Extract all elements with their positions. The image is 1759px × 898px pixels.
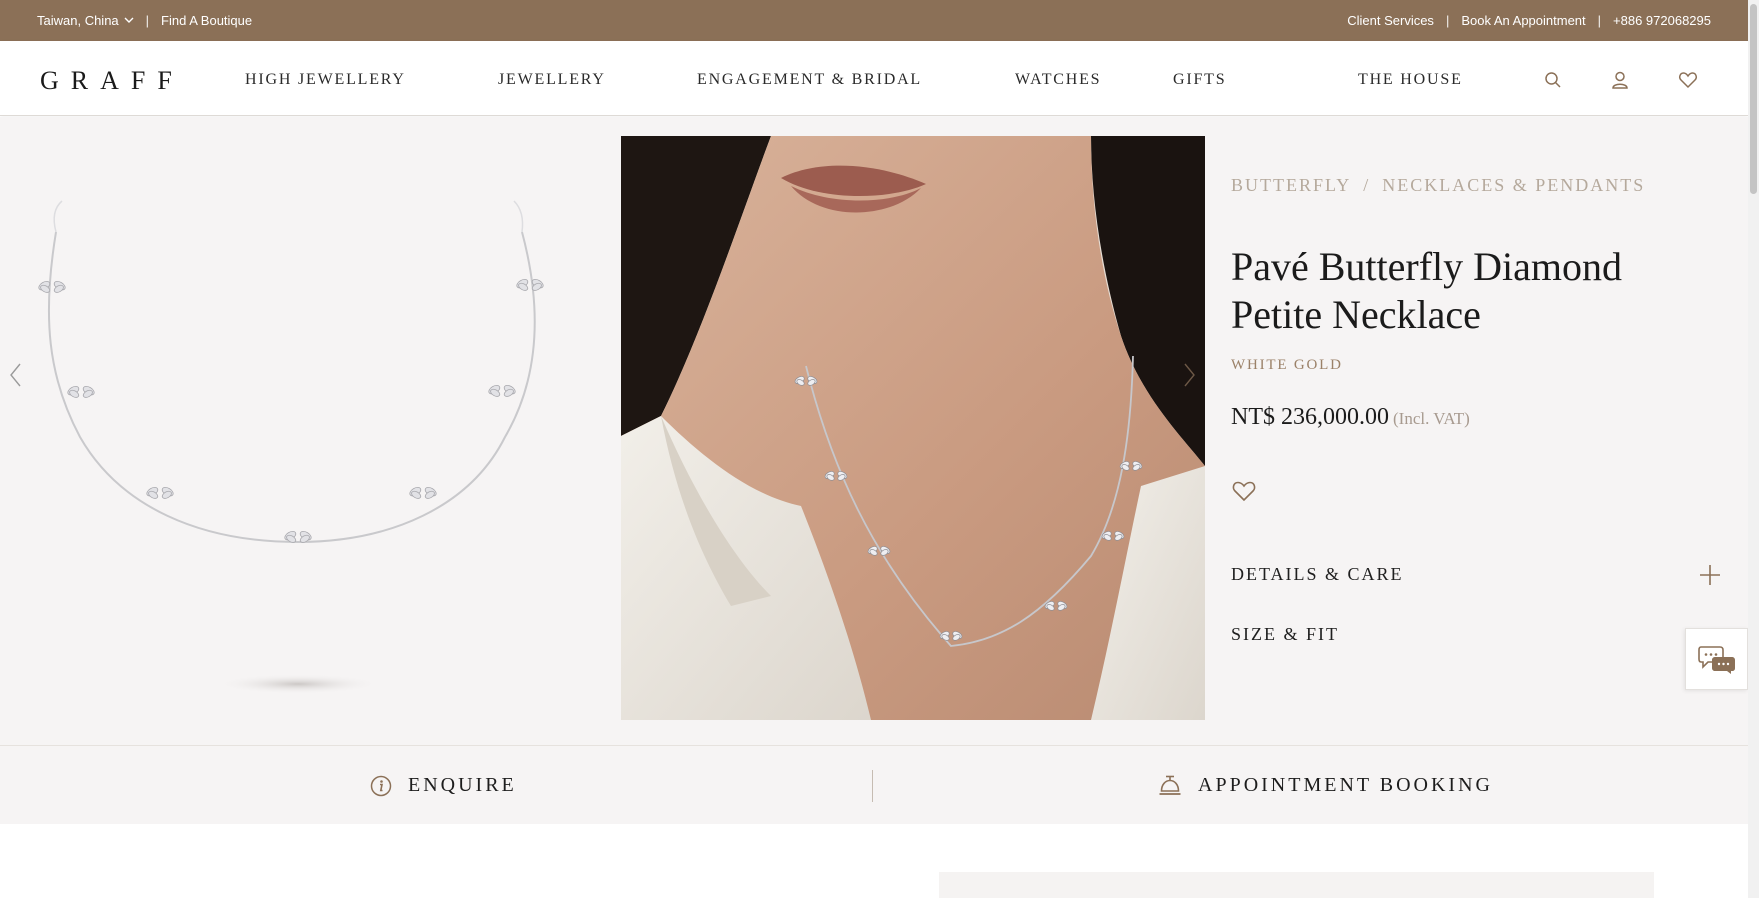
enquire-label: ENQUIRE xyxy=(408,774,517,796)
product-price: NT$ 236,000.00 xyxy=(1231,404,1389,430)
nav-item-the-house[interactable]: THE HOUSE xyxy=(1358,71,1463,89)
utility-bar-left: Taiwan, China | Find A Boutique xyxy=(37,0,252,41)
accordion-details-care[interactable]: DETAILS & CARE xyxy=(1231,564,1721,585)
breadcrumb-category[interactable]: NECKLACES & PENDANTS xyxy=(1382,175,1645,195)
content-card-placeholder xyxy=(939,872,1654,898)
find-boutique-link[interactable]: Find A Boutique xyxy=(161,13,252,28)
action-bar: ENQUIRE APPOINTMENT BOOKING xyxy=(0,745,1748,824)
nav-item-watches[interactable]: WATCHES xyxy=(1015,71,1101,89)
separator: | xyxy=(1597,13,1602,28)
client-services-link[interactable]: Client Services xyxy=(1347,13,1434,28)
breadcrumb: BUTTERFLY / NECKLACES & PENDANTS xyxy=(1231,175,1645,196)
carousel-prev-arrow-icon[interactable] xyxy=(8,362,22,388)
phone-link[interactable]: +886 972068295 xyxy=(1613,13,1711,28)
page-scrollbar[interactable] xyxy=(1748,0,1759,898)
add-to-wishlist-heart-icon[interactable] xyxy=(1231,479,1257,503)
action-divider xyxy=(872,770,873,802)
product-metal: WHITE GOLD xyxy=(1231,357,1343,373)
necklace-product-image xyxy=(38,200,544,694)
chat-bubbles-icon xyxy=(1697,646,1735,674)
region-label: Taiwan, China xyxy=(37,13,119,28)
graff-logo[interactable]: GRAFF xyxy=(40,66,184,96)
vat-note: (Incl. VAT) xyxy=(1393,409,1470,428)
book-appointment-link[interactable]: Book An Appointment xyxy=(1461,13,1585,28)
model-wearing-necklace-image xyxy=(621,136,1205,720)
nav-item-high-jewellery[interactable]: HIGH JEWELLERY xyxy=(245,71,406,89)
account-icon[interactable] xyxy=(1610,70,1630,90)
appointment-booking-label: APPOINTMENT BOOKING xyxy=(1198,774,1493,796)
separator: | xyxy=(145,13,150,28)
accordion-label: DETAILS & CARE xyxy=(1231,564,1404,584)
info-icon xyxy=(370,775,392,796)
nav-item-jewellery[interactable]: JEWELLERY xyxy=(498,71,606,89)
accordion-size-fit[interactable]: SIZE & FIT xyxy=(1231,624,1721,645)
product-section: BUTTERFLY / NECKLACES & PENDANTS Pavé Butt… xyxy=(0,117,1748,745)
product-image-model[interactable] xyxy=(621,136,1205,720)
nav-item-engagement-bridal[interactable]: ENGAGEMENT & BRIDAL xyxy=(697,71,922,89)
breadcrumb-collection[interactable]: BUTTERFLY xyxy=(1231,175,1351,195)
plus-icon[interactable] xyxy=(1699,564,1721,586)
product-image-primary[interactable] xyxy=(0,117,621,745)
search-icon[interactable] xyxy=(1543,70,1563,90)
scrollbar-thumb[interactable] xyxy=(1750,4,1757,194)
breadcrumb-separator: / xyxy=(1363,175,1371,195)
product-price-row: NT$ 236,000.00 (Incl. VAT) xyxy=(1231,404,1470,431)
separator: | xyxy=(1445,13,1450,28)
chevron-down-icon xyxy=(124,17,134,23)
main-navigation: GRAFF HIGH JEWELLERY JEWELLERY ENGAGEMEN… xyxy=(0,41,1748,116)
utility-bar-right: Client Services | Book An Appointment | … xyxy=(1347,0,1711,41)
accordion-label: SIZE & FIT xyxy=(1231,624,1339,644)
carousel-next-arrow-icon[interactable] xyxy=(1183,362,1197,388)
appointment-booking-button[interactable]: APPOINTMENT BOOKING xyxy=(1158,746,1493,825)
service-bell-icon xyxy=(1159,775,1181,795)
region-selector[interactable]: Taiwan, China xyxy=(37,13,134,28)
wishlist-heart-icon[interactable] xyxy=(1678,70,1698,90)
product-title: Pavé Butterfly Diamond Petite Necklace xyxy=(1231,244,1623,337)
utility-bar: Taiwan, China | Find A Boutique Client S… xyxy=(0,0,1748,41)
nav-item-gifts[interactable]: GIFTS xyxy=(1173,71,1226,89)
enquire-button[interactable]: ENQUIRE xyxy=(370,746,517,825)
live-chat-button[interactable] xyxy=(1685,628,1748,690)
below-fold-section xyxy=(0,824,1748,898)
